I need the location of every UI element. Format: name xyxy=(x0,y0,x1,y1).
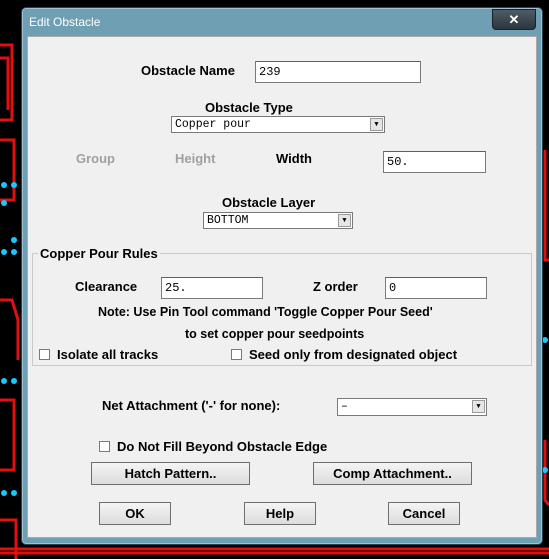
obstacle-layer-select[interactable]: BOTTOM ▼ xyxy=(203,212,353,229)
close-icon: ✕ xyxy=(508,11,520,27)
copper-pour-rules-title: Copper Pour Rules xyxy=(38,246,160,261)
help-button[interactable]: Help xyxy=(244,502,316,525)
isolate-all-tracks-label: Isolate all tracks xyxy=(57,347,159,362)
width-input[interactable]: 50. xyxy=(383,151,486,173)
chevron-down-icon[interactable]: ▼ xyxy=(338,214,351,227)
note-line-1: Note: Use Pin Tool command 'Toggle Coppe… xyxy=(98,305,433,319)
close-button[interactable]: ✕ xyxy=(492,9,536,30)
cancel-button[interactable]: Cancel xyxy=(388,502,460,525)
clearance-label: Clearance xyxy=(75,279,138,294)
clearance-input[interactable]: 25. xyxy=(161,277,263,299)
seed-only-checkbox[interactable] xyxy=(231,349,242,360)
group-label: Group xyxy=(76,151,115,166)
net-attachment-value: – xyxy=(341,400,348,413)
obstacle-type-select[interactable]: Copper pour ▼ xyxy=(171,116,385,133)
obstacle-layer-value: BOTTOM xyxy=(207,214,249,227)
hatch-pattern-button[interactable]: Hatch Pattern.. xyxy=(91,462,250,485)
isolate-all-tracks-checkbox[interactable] xyxy=(39,349,50,360)
comp-attachment-button[interactable]: Comp Attachment.. xyxy=(313,462,472,485)
obstacle-type-value: Copper pour xyxy=(175,118,251,131)
obstacle-name-label: Obstacle Name xyxy=(141,63,235,78)
zorder-label: Z order xyxy=(313,279,358,294)
window-title: Edit Obstacle xyxy=(29,15,101,29)
zorder-input[interactable]: 0 xyxy=(385,277,487,299)
net-attachment-label: Net Attachment ('-' for none): xyxy=(102,398,281,413)
chevron-down-icon[interactable]: ▼ xyxy=(370,118,383,131)
chevron-down-icon[interactable]: ▼ xyxy=(472,400,485,413)
width-label: Width xyxy=(276,151,312,166)
do-not-fill-label: Do Not Fill Beyond Obstacle Edge xyxy=(117,439,328,454)
obstacle-type-label: Obstacle Type xyxy=(205,100,293,115)
do-not-fill-checkbox[interactable] xyxy=(99,441,110,452)
dialog-client: Obstacle Name 239 Obstacle Type Copper p… xyxy=(27,36,537,538)
note-line-2: to set copper pour seedpoints xyxy=(185,327,365,341)
obstacle-layer-label: Obstacle Layer xyxy=(222,195,316,210)
seed-only-label: Seed only from designated object xyxy=(249,347,458,362)
edit-obstacle-dialog: Edit Obstacle ✕ Obstacle Name 239 Obstac… xyxy=(21,7,543,545)
net-attachment-select[interactable]: – ▼ xyxy=(337,398,487,416)
ok-button[interactable]: OK xyxy=(99,502,171,525)
title-bar[interactable]: Edit Obstacle ✕ xyxy=(22,8,542,36)
height-label: Height xyxy=(175,151,216,166)
obstacle-name-input[interactable]: 239 xyxy=(255,61,421,83)
